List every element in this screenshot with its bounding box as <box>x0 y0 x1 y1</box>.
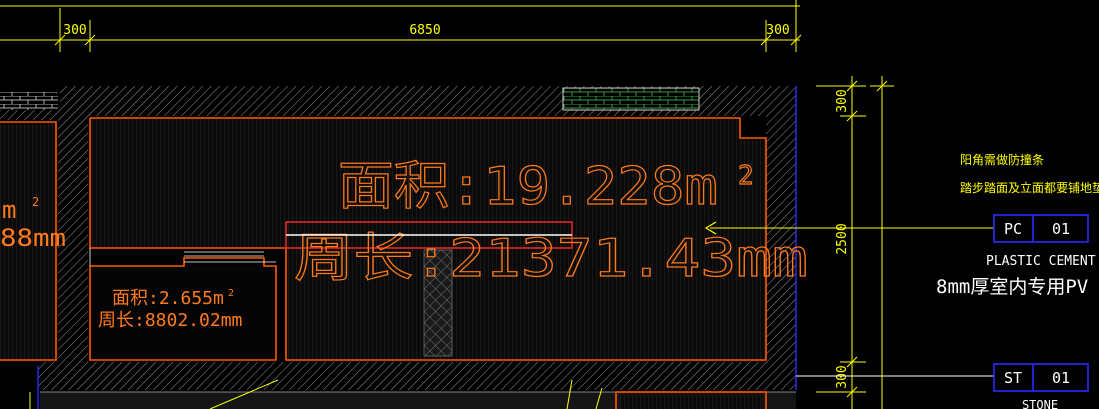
steps <box>89 248 276 266</box>
room-main-area: 面积:19.228m <box>338 157 718 217</box>
dim-right-top: 300 <box>835 89 850 112</box>
room-small-perimeter: 周长:8802.02mm <box>98 310 242 331</box>
room-small-labels: 面积:2.655m 2 周长:8802.02mm <box>98 288 242 331</box>
brick-wall-top <box>563 88 699 110</box>
notes: 阳角需做防撞条 踏步踏面及立面都要铺地垫 <box>960 152 1099 195</box>
room-left-area-sup: 2 <box>32 195 39 209</box>
dim-top-right: 300 <box>766 23 789 38</box>
tag-pc-code: PC <box>1004 220 1022 238</box>
dim-top-left: 300 <box>63 23 86 38</box>
room-small-area-sup: 2 <box>228 288 234 299</box>
tag-st-code: ST <box>1004 369 1022 387</box>
room-left-area: m <box>2 196 16 224</box>
dim-right-bottom: 300 <box>835 365 850 388</box>
room-main-perimeter: 周长:21371.43mm <box>294 229 808 289</box>
dimension-top-labels: 300 6850 300 <box>63 23 789 38</box>
dimension-right-labels: 300 2500 300 <box>835 89 850 388</box>
note-line-1: 阳角需做防撞条 <box>960 152 1044 167</box>
room-small-area: 面积:2.655m <box>112 288 224 309</box>
brick-wall-left <box>0 92 58 110</box>
tag-pc-number: 01 <box>1052 220 1070 238</box>
tag-pc-material: PLASTIC CEMENT <box>986 254 1096 269</box>
tag-st-number: 01 <box>1052 369 1070 387</box>
dim-top-middle: 6850 <box>409 23 440 38</box>
room-main-area-sup: 2 <box>738 161 754 191</box>
wall-bottom <box>38 362 796 390</box>
wall-left-upper <box>0 110 60 120</box>
dimension-right <box>816 76 894 409</box>
tag-st-material: STONE <box>1022 398 1058 409</box>
cad-drawing: 300 6850 300 300 2500 300 面积:19.228m 2 周… <box>0 0 1099 409</box>
tag-pc-description: 8mm厚室内专用PV <box>936 276 1088 298</box>
room-left-perimeter: 88mm <box>0 224 66 252</box>
note-line-2: 踏步踏面及立面都要铺地垫 <box>960 180 1099 195</box>
dimension-top <box>0 0 802 52</box>
